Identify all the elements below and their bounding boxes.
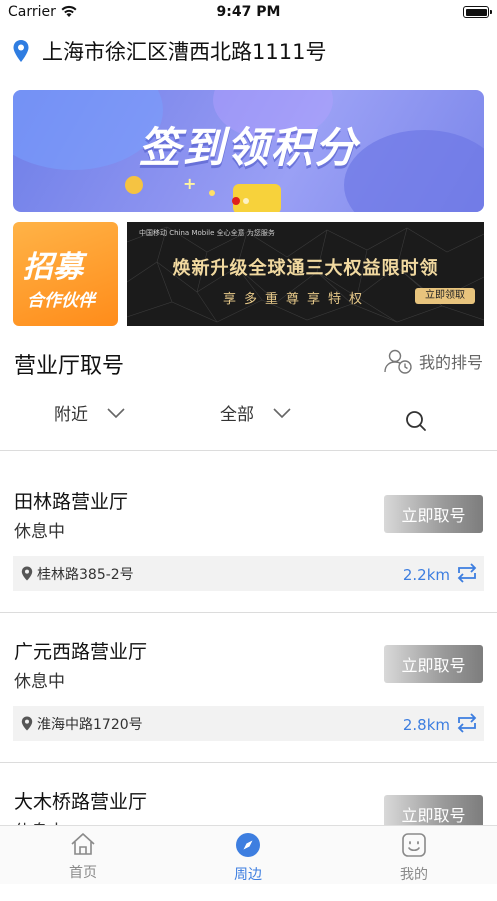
hall-status: 休息中: [14, 522, 65, 542]
ad-left-title: 招募: [23, 250, 83, 285]
tab-nearby-label: 周边: [234, 867, 262, 883]
filter-bar: 附近 全部: [0, 400, 497, 440]
hall-name: 大木桥路营业厅: [14, 791, 148, 813]
current-address: 上海市徐汇区漕西北路1111号: [42, 40, 327, 64]
ad-subheadline: 享多重尊享特权: [223, 292, 371, 307]
ad-brand: 中国移动 China Mobile 全心全意 为您服务: [139, 229, 275, 237]
hall-distance: 2.8km: [402, 716, 450, 734]
recruit-partner-ad[interactable]: 招募 合作伙伴: [13, 222, 118, 326]
hall-distance: 2.2km: [402, 566, 450, 584]
hall-address-bar[interactable]: 淮海中路1720号 2.8km: [13, 706, 484, 741]
filter-all[interactable]: 全部: [220, 400, 292, 425]
chevron-down-icon: [273, 407, 291, 418]
tab-mine[interactable]: 我的: [374, 832, 454, 884]
tab-nearby[interactable]: 周边: [208, 832, 288, 884]
compass-icon: [236, 833, 260, 857]
route-icon[interactable]: [456, 563, 478, 583]
location-pin-icon: [21, 566, 33, 581]
claim-now-button[interactable]: 立即领取: [415, 288, 475, 304]
coin-icon: [125, 176, 143, 194]
tab-bar: 首页 周边 我的: [0, 825, 497, 884]
banner-page-indicator-active: [232, 197, 240, 205]
take-number-button[interactable]: 立即取号: [384, 645, 483, 683]
filter-nearby[interactable]: 附近: [54, 400, 126, 425]
my-queue-label: 我的排号: [418, 353, 483, 372]
hall-street: 桂林路385-2号: [37, 567, 134, 583]
hall-card: 广元西路营业厅 休息中 立即取号 淮海中路1720号 2.8km: [0, 601, 497, 763]
hall-street: 淮海中路1720号: [37, 717, 143, 733]
filter-nearby-label: 附近: [54, 405, 88, 425]
tab-home-label: 首页: [69, 865, 97, 881]
ad-left-subtitle: 合作伙伴: [27, 291, 95, 311]
hall-name: 田林路营业厅: [14, 491, 129, 513]
sparkle-icon: +: [183, 174, 197, 193]
tab-mine-label: 我的: [400, 867, 428, 883]
sign-in-banner[interactable]: 签到领积分 +: [13, 90, 484, 212]
chevron-down-icon: [107, 407, 125, 418]
smiley-icon: [402, 833, 426, 857]
status-bar: Carrier 9:47 PM: [0, 0, 497, 26]
global-pass-ad[interactable]: 中国移动 China Mobile 全心全意 为您服务 焕新升级全球通三大权益限…: [127, 222, 484, 326]
battery-icon: [463, 6, 492, 18]
search-icon[interactable]: [405, 410, 427, 432]
location-row[interactable]: 上海市徐汇区漕西北路1111号: [12, 36, 326, 66]
hall-status: 休息中: [14, 672, 65, 692]
ad-headline: 焕新升级全球通三大权益限时领: [172, 258, 439, 279]
take-number-button[interactable]: 立即取号: [384, 495, 483, 533]
gift-box-icon: [233, 184, 281, 212]
location-pin-icon: [13, 40, 29, 62]
banner-title: 签到领积分: [138, 123, 359, 172]
home-icon: [71, 833, 95, 855]
filter-all-label: 全部: [220, 405, 254, 425]
route-icon[interactable]: [456, 713, 478, 733]
location-pin-icon: [21, 716, 33, 731]
hall-card: 田林路营业厅 休息中 立即取号 桂林路385-2号 2.2km: [0, 451, 497, 613]
clock: 9:47 PM: [216, 4, 281, 20]
my-queue-link[interactable]: 我的排号: [383, 346, 483, 376]
banner-page-indicator: [243, 198, 249, 204]
user-clock-icon: [384, 349, 412, 374]
hall-name: 广元西路营业厅: [14, 641, 148, 663]
hall-address-bar[interactable]: 桂林路385-2号 2.2km: [13, 556, 484, 591]
section-title: 营业厅取号: [14, 354, 125, 379]
tab-home[interactable]: 首页: [43, 832, 123, 882]
